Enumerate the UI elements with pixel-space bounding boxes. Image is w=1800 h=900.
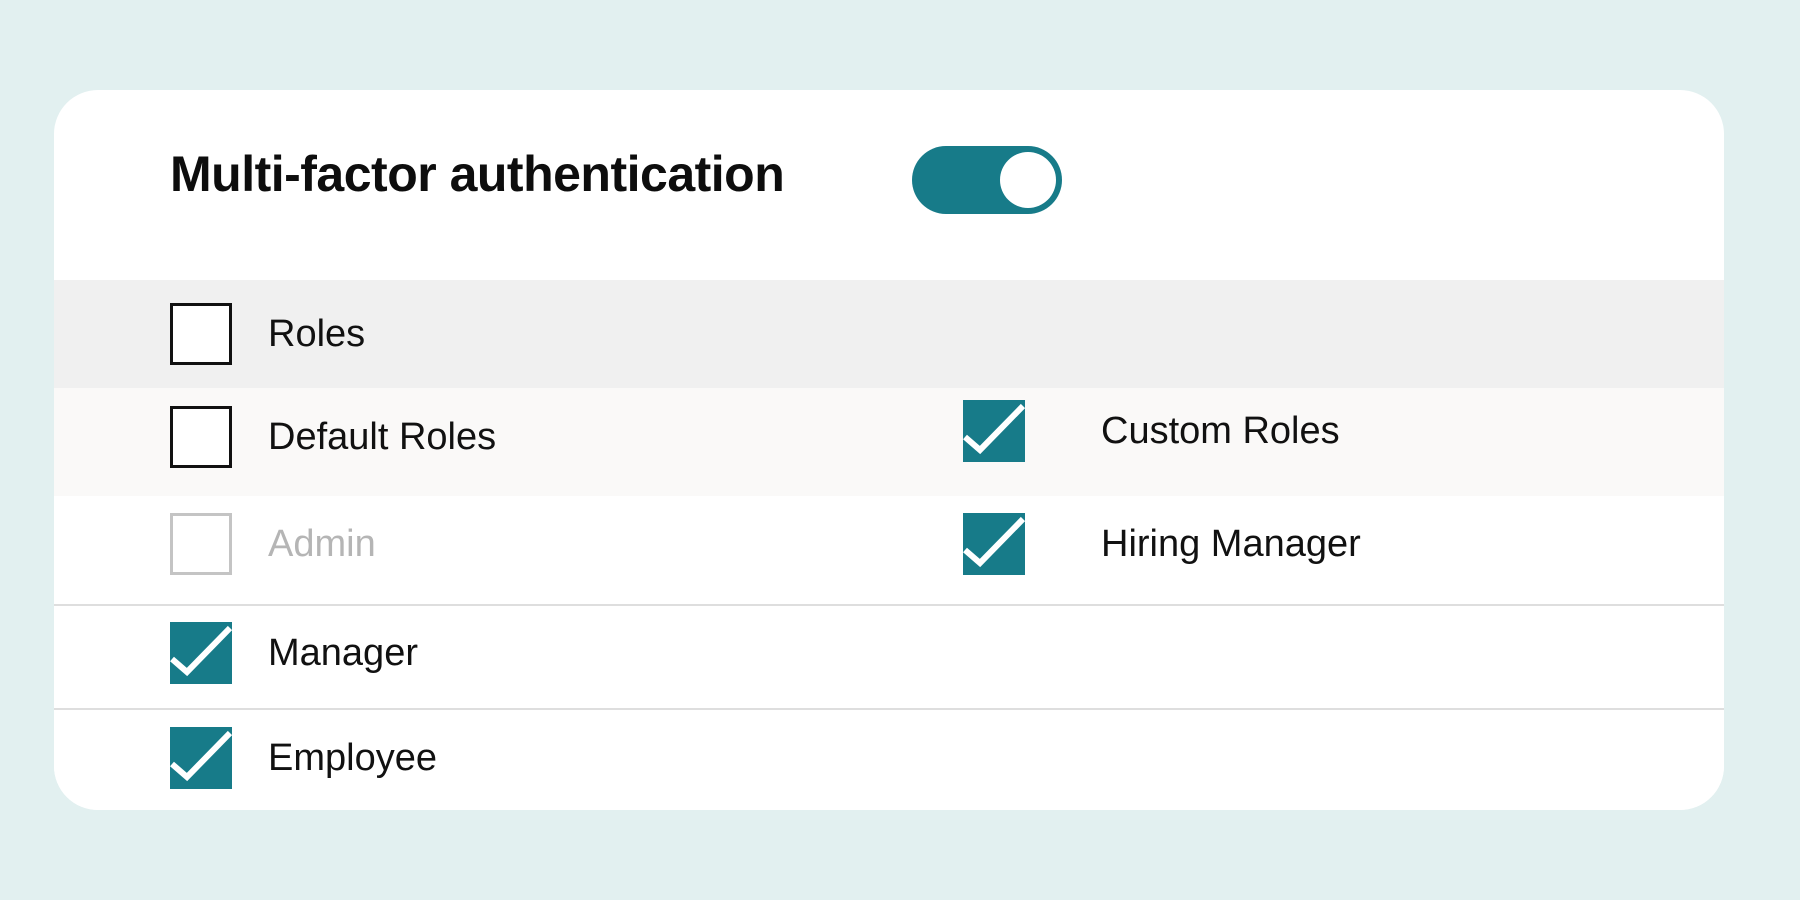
employee-checkbox[interactable] xyxy=(170,727,232,789)
admin-item[interactable]: Admin xyxy=(170,512,376,576)
hiring-manager-item[interactable]: Hiring Manager xyxy=(963,512,1361,576)
admin-row: Admin Hiring Manager xyxy=(54,496,1724,606)
default-roles-checkbox[interactable] xyxy=(170,406,232,468)
hiring-manager-checkbox[interactable] xyxy=(963,513,1025,575)
checkmark-icon xyxy=(170,730,232,782)
custom-roles-item[interactable]: Custom Roles xyxy=(963,399,1340,463)
checkmark-icon xyxy=(170,625,232,677)
employee-row: Employee xyxy=(54,710,1724,810)
custom-roles-checkbox[interactable] xyxy=(963,400,1025,462)
manager-row: Manager xyxy=(54,606,1724,710)
hiring-manager-label: Hiring Manager xyxy=(1101,522,1361,565)
roles-label: Roles xyxy=(268,312,366,355)
role-groups-row: Default Roles Custom Roles xyxy=(54,388,1724,496)
card-header: Multi-factor authentication xyxy=(54,90,1724,280)
admin-label: Admin xyxy=(268,522,376,565)
page-title: Multi-factor authentication xyxy=(170,146,785,202)
roles-checkbox[interactable] xyxy=(170,303,232,365)
default-roles-label: Default Roles xyxy=(268,415,497,458)
mfa-settings-card: Multi-factor authentication Roles Defaul… xyxy=(54,90,1724,810)
default-roles-item[interactable]: Default Roles xyxy=(170,405,496,469)
admin-checkbox[interactable] xyxy=(170,513,232,575)
manager-checkbox[interactable] xyxy=(170,622,232,684)
mfa-toggle[interactable] xyxy=(912,146,1062,214)
employee-item[interactable]: Employee xyxy=(170,726,437,790)
checkmark-icon xyxy=(963,516,1025,568)
custom-roles-label: Custom Roles xyxy=(1101,409,1340,452)
manager-label: Manager xyxy=(268,631,418,674)
roles-checkbox-item[interactable]: Roles xyxy=(170,302,365,366)
toggle-knob xyxy=(1000,152,1056,208)
manager-item[interactable]: Manager xyxy=(170,621,418,685)
employee-label: Employee xyxy=(268,736,437,779)
checkmark-icon xyxy=(963,403,1025,455)
roles-row: Roles xyxy=(54,280,1724,388)
